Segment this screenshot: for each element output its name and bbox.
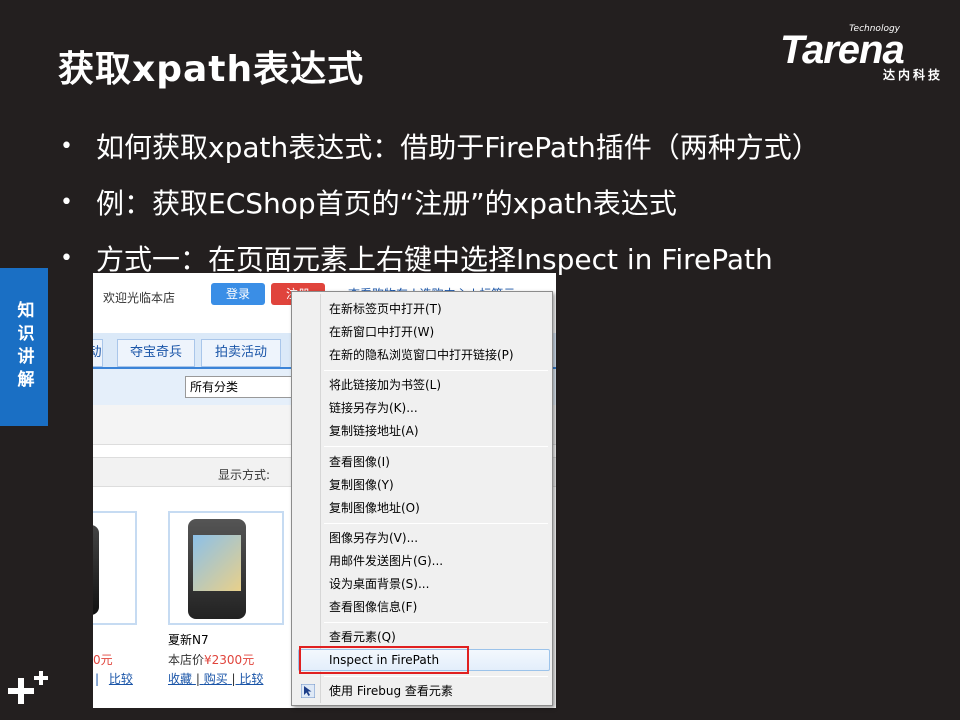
menu-set-background[interactable]: 设为桌面背景(S)... xyxy=(329,574,429,594)
menu-save-image-as[interactable]: 图像另存为(V)... xyxy=(329,528,418,548)
plus-logo-icon xyxy=(8,671,48,704)
bullet-text: 例：获取ECShop首页的“注册”的xpath表达式 xyxy=(96,187,677,220)
side-tab-knowledge: 知识讲解 xyxy=(0,268,48,426)
nav-tab-treasure[interactable]: 夺宝奇兵 xyxy=(117,339,195,367)
buy-link[interactable]: 购买 xyxy=(204,672,228,686)
product-image-left[interactable] xyxy=(93,511,137,625)
logo-subtitle: 达内科技 xyxy=(882,68,943,82)
bullet-list: • 如何获取xpath表达式：借助于FirePath插件（两种方式） • 例：获… xyxy=(60,118,820,286)
bullet-dot: • xyxy=(60,245,73,271)
slide-title: 获取xpath表达式 xyxy=(58,49,365,90)
favorite-link[interactable]: 收藏 xyxy=(168,672,192,686)
menu-firebug-inspect[interactable]: 使用 Firebug 查看元素 xyxy=(329,681,453,701)
menu-open-new-window[interactable]: 在新窗口中打开(W) xyxy=(329,322,434,342)
menu-separator xyxy=(324,446,548,447)
welcome-text: 欢迎光临本店 xyxy=(103,291,176,305)
left-product-actions: | 比较 xyxy=(95,670,133,687)
menu-open-new-tab[interactable]: 在新标签页中打开(T) xyxy=(329,299,442,319)
bullet-item: • 如何获取xpath表达式：借助于FirePath插件（两种方式） xyxy=(60,118,820,174)
menu-separator xyxy=(324,676,548,677)
firebug-cursor-icon xyxy=(301,684,315,698)
bullet-dot: • xyxy=(60,133,73,159)
product-name[interactable]: 夏新N7 xyxy=(168,631,209,648)
menu-view-image-info[interactable]: 查看图像信息(F) xyxy=(329,597,417,617)
compare-link[interactable]: 比较 xyxy=(239,672,263,686)
phone-screen xyxy=(193,535,241,591)
bullet-text: 方式一：在页面元素上右键中选择Inspect in FirePath xyxy=(96,243,773,276)
display-mode-label: 显示方式: xyxy=(218,468,271,482)
menu-separator xyxy=(324,622,548,623)
bullet-text: 如何获取xpath表达式：借助于FirePath插件（两种方式） xyxy=(96,131,820,164)
login-button[interactable]: 登录 xyxy=(211,283,265,305)
context-menu: 在新标签页中打开(T) 在新窗口中打开(W) 在新的隐私浏览窗口中打开链接(P)… xyxy=(291,291,553,706)
bullet-dot: • xyxy=(60,189,73,215)
menu-inspect-element[interactable]: 查看元素(Q) xyxy=(329,627,396,647)
left-product-price: 0元 xyxy=(93,653,113,667)
tarena-logo: Technology Tarena 达内科技 xyxy=(780,24,945,84)
menu-open-private[interactable]: 在新的隐私浏览窗口中打开链接(P) xyxy=(329,345,514,365)
menu-separator xyxy=(324,370,548,371)
menu-email-image[interactable]: 用邮件发送图片(G)... xyxy=(329,551,443,571)
menu-copy-image-address[interactable]: 复制图像地址(O) xyxy=(329,498,420,518)
nav-tab-partial[interactable]: 动 xyxy=(93,339,103,367)
product-image-n7[interactable] xyxy=(168,511,284,625)
price-value: ¥2300元 xyxy=(204,653,255,667)
phone-image xyxy=(188,519,246,619)
menu-view-image[interactable]: 查看图像(I) xyxy=(329,452,390,472)
price-label: 本店价 xyxy=(168,653,205,667)
product-price: 本店价¥2300元 xyxy=(168,651,254,668)
action-separator: | xyxy=(95,672,100,686)
phone-image xyxy=(93,525,99,615)
menu-save-link-as[interactable]: 链接另存为(K)... xyxy=(329,398,418,418)
compare-link[interactable]: 比较 xyxy=(109,672,133,686)
menu-separator xyxy=(324,523,548,524)
menu-copy-image[interactable]: 复制图像(Y) xyxy=(329,475,394,495)
nav-tab-auction[interactable]: 拍卖活动 xyxy=(201,339,281,367)
menu-copy-link[interactable]: 复制链接地址(A) xyxy=(329,421,419,441)
bullet-item: • 例：获取ECShop首页的“注册”的xpath表达式 xyxy=(60,174,820,230)
product-actions: 收藏 | 购买 | 比较 xyxy=(168,672,264,686)
menu-bookmark-link[interactable]: 将此链接加为书签(L) xyxy=(329,375,441,395)
highlight-box xyxy=(299,646,469,674)
